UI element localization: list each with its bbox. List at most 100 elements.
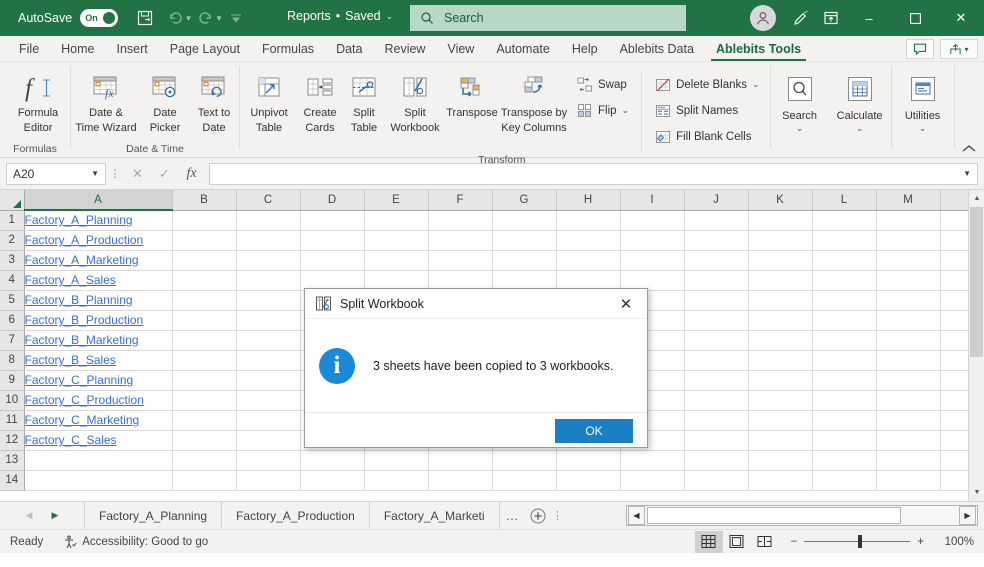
row-header-1[interactable]: 1 — [0, 210, 25, 231]
cell-J3[interactable] — [684, 250, 749, 271]
maximize-button[interactable] — [892, 0, 938, 36]
dialog-close-button[interactable]: ✕ — [611, 290, 641, 318]
cell-J9[interactable] — [684, 370, 749, 391]
accessibility-status[interactable]: Accessibility: Good to go — [63, 535, 208, 549]
document-title[interactable]: Reports • Saved ⌄ — [287, 9, 393, 23]
flip-button[interactable]: Flip ⌄ — [572, 100, 633, 121]
cell-K14[interactable] — [748, 470, 813, 491]
sheet-tab-factory-a-marketing[interactable]: Factory_A_Marketi — [368, 502, 500, 529]
cell-H13[interactable] — [556, 450, 621, 471]
split-table-button[interactable]: Split Table — [342, 67, 386, 134]
cell-D13[interactable] — [300, 450, 365, 471]
cell-A11[interactable]: Factory_C_Marketing — [24, 410, 173, 431]
avatar[interactable] — [750, 5, 776, 31]
cell-A12[interactable]: Factory_C_Sales — [24, 430, 173, 451]
cell-A1[interactable]: Factory_A_Planning — [24, 210, 173, 231]
cell-B6[interactable] — [172, 310, 237, 331]
fx-icon[interactable]: fx — [178, 163, 205, 185]
cell-M7[interactable] — [876, 330, 941, 351]
cell-J12[interactable] — [684, 430, 749, 451]
cell-J2[interactable] — [684, 230, 749, 251]
page-break-view-button[interactable] — [751, 531, 779, 553]
search-input[interactable]: Search — [444, 11, 484, 25]
cell-C2[interactable] — [236, 230, 301, 251]
row-header-10[interactable]: 10 — [0, 390, 25, 411]
cell-E3[interactable] — [364, 250, 429, 271]
cell-B5[interactable] — [172, 290, 237, 311]
minimize-button[interactable]: – — [846, 0, 892, 36]
column-header-I[interactable]: I — [620, 190, 685, 211]
swap-button[interactable]: Swap — [572, 74, 633, 95]
cell-K12[interactable] — [748, 430, 813, 451]
zoom-control[interactable]: − + — [791, 535, 924, 548]
zoom-slider-thumb[interactable] — [858, 535, 863, 548]
cell-M11[interactable] — [876, 410, 941, 431]
next-sheet-arrow-icon[interactable]: ▶ — [42, 503, 68, 529]
cell-J4[interactable] — [684, 270, 749, 291]
vertical-scroll-thumb[interactable] — [970, 207, 983, 357]
cell-E14[interactable] — [364, 470, 429, 491]
cell-L1[interactable] — [812, 210, 877, 231]
cell-M12[interactable] — [876, 430, 941, 451]
cell-B2[interactable] — [172, 230, 237, 251]
cell-B10[interactable] — [172, 390, 237, 411]
add-sheet-button[interactable] — [525, 503, 551, 529]
tab-ablebits-data[interactable]: Ablebits Data — [609, 37, 705, 61]
cell-H4[interactable] — [556, 270, 621, 291]
scroll-up-button[interactable]: ▲ — [969, 190, 984, 207]
delete-blanks-caret-icon[interactable]: ⌄ — [752, 79, 760, 90]
cell-F3[interactable] — [428, 250, 493, 271]
tab-data[interactable]: Data — [325, 37, 373, 61]
row-header-12[interactable]: 12 — [0, 430, 25, 451]
tab-formulas[interactable]: Formulas — [251, 37, 325, 61]
tab-automate[interactable]: Automate — [485, 37, 561, 61]
column-header-E[interactable]: E — [364, 190, 429, 211]
column-header-A[interactable]: A — [24, 190, 173, 211]
normal-view-button[interactable] — [694, 530, 723, 553]
cell-A5[interactable]: Factory_B_Planning — [24, 290, 173, 311]
cell-B14[interactable] — [172, 470, 237, 491]
ribbon-display-options-icon[interactable] — [816, 3, 846, 33]
cell-C4[interactable] — [236, 270, 301, 291]
delete-blanks-button[interactable]: Delete Blanks ⌄ — [650, 74, 764, 95]
cell-M6[interactable] — [876, 310, 941, 331]
row-header-8[interactable]: 8 — [0, 350, 25, 371]
cell-G14[interactable] — [492, 470, 557, 491]
row-header-11[interactable]: 11 — [0, 410, 25, 431]
close-button[interactable]: ✕ — [938, 0, 984, 36]
cell-C1[interactable] — [236, 210, 301, 231]
scroll-right-button[interactable]: ▶ — [959, 506, 976, 525]
cell-B8[interactable] — [172, 350, 237, 371]
cell-F1[interactable] — [428, 210, 493, 231]
cell-I13[interactable] — [620, 450, 685, 471]
autosave-control[interactable]: AutoSave On — [18, 9, 119, 27]
search-caret-icon[interactable]: ⌄ — [796, 123, 804, 132]
cell-B3[interactable] — [172, 250, 237, 271]
scroll-left-button[interactable]: ◀ — [628, 506, 645, 525]
cell-H2[interactable] — [556, 230, 621, 251]
cell-D2[interactable] — [300, 230, 365, 251]
cell-J14[interactable] — [684, 470, 749, 491]
cell-M5[interactable] — [876, 290, 941, 311]
cell-A13[interactable] — [24, 450, 173, 471]
cell-C11[interactable] — [236, 410, 301, 431]
cell-C14[interactable] — [236, 470, 301, 491]
page-layout-view-button[interactable] — [723, 531, 751, 553]
cell-M10[interactable] — [876, 390, 941, 411]
unpivot-table-button[interactable]: Unpivot Table — [240, 67, 298, 134]
horizontal-scrollbar[interactable]: ◀ ▶ — [626, 505, 978, 526]
tab-page-layout[interactable]: Page Layout — [159, 37, 251, 61]
cell-H1[interactable] — [556, 210, 621, 231]
cell-L13[interactable] — [812, 450, 877, 471]
cell-J8[interactable] — [684, 350, 749, 371]
cell-B1[interactable] — [172, 210, 237, 231]
cell-E1[interactable] — [364, 210, 429, 231]
cell-E2[interactable] — [364, 230, 429, 251]
zoom-slider-track[interactable] — [804, 535, 911, 548]
sheet-tab-factory-a-planning[interactable]: Factory_A_Planning — [84, 502, 221, 529]
row-header-5[interactable]: 5 — [0, 290, 25, 311]
cell-C8[interactable] — [236, 350, 301, 371]
cell-L12[interactable] — [812, 430, 877, 451]
cell-M14[interactable] — [876, 470, 941, 491]
cell-J10[interactable] — [684, 390, 749, 411]
